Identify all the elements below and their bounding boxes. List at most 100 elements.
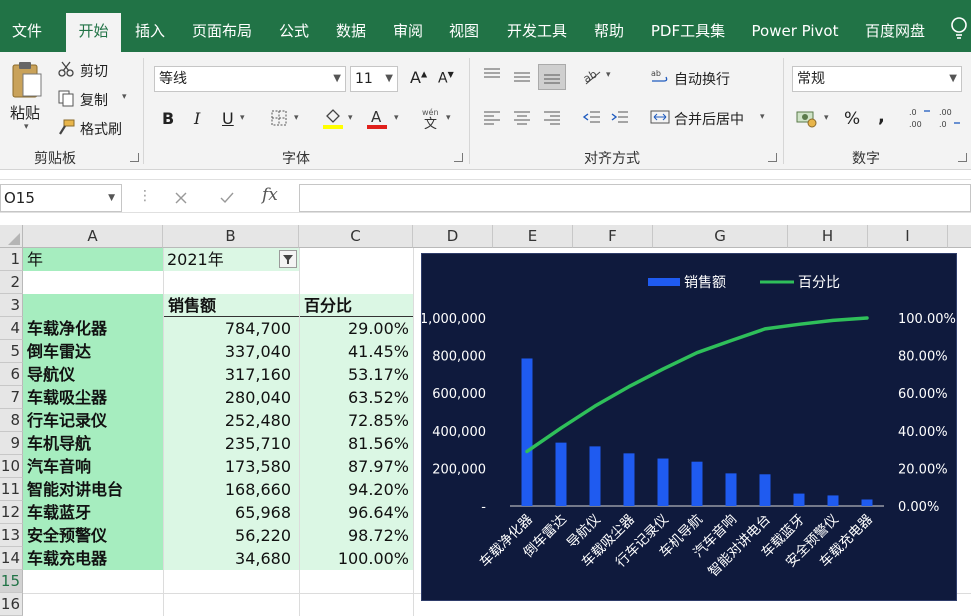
row-header-8[interactable]: 8 xyxy=(0,409,23,432)
row-header-4[interactable]: 4 xyxy=(0,317,23,340)
copy-button[interactable]: 复制 xyxy=(80,90,108,110)
alignment-dialog-launcher[interactable] xyxy=(768,153,777,162)
table-header-percent[interactable]: 百分比 xyxy=(300,294,413,317)
percent-value-cell[interactable]: 63.52% xyxy=(300,386,413,409)
percent-style-button[interactable]: % xyxy=(844,109,860,129)
align-middle-icon[interactable] xyxy=(512,68,532,86)
row-header-5[interactable]: 5 xyxy=(0,340,23,363)
percent-value-cell[interactable]: 72.85% xyxy=(300,409,413,432)
italic-button[interactable]: I xyxy=(194,109,200,128)
font-name-select[interactable]: 等线 ▼ xyxy=(154,66,346,92)
wrap-text-icon[interactable]: ab xyxy=(650,68,670,86)
tab-view[interactable]: 视图 xyxy=(441,13,487,52)
tab-file[interactable]: 文件 xyxy=(0,13,54,52)
align-bottom-button[interactable] xyxy=(538,64,566,90)
phonetic-dropdown-arrow[interactable]: ▾ xyxy=(446,113,451,123)
column-header-a[interactable]: A xyxy=(23,225,163,248)
copy-icon[interactable] xyxy=(57,89,75,107)
table-header-blank[interactable] xyxy=(23,294,163,317)
product-name-cell[interactable]: 安全预警仪 xyxy=(23,524,163,547)
comma-style-button[interactable]: , xyxy=(878,106,885,127)
cancel-icon[interactable] xyxy=(172,189,190,207)
decrease-decimal-icon[interactable]: .00 .0 xyxy=(938,106,962,130)
filter-label-cell[interactable]: 年 xyxy=(23,248,163,271)
percent-value-cell[interactable]: 87.97% xyxy=(300,455,413,478)
accounting-format-icon[interactable] xyxy=(796,108,818,128)
product-name-cell[interactable]: 倒车雷达 xyxy=(23,340,163,363)
sales-value-cell[interactable]: 235,710 xyxy=(164,432,299,455)
row-header-1[interactable]: 1 xyxy=(0,248,23,271)
fill-color-icon[interactable] xyxy=(322,106,344,130)
column-header-i[interactable]: I xyxy=(868,225,948,248)
increase-decimal-icon[interactable]: .0 .00 xyxy=(908,106,932,130)
column-header-g[interactable]: G xyxy=(653,225,788,248)
sales-value-cell[interactable]: 784,700 xyxy=(164,317,299,340)
font-dialog-launcher[interactable] xyxy=(454,153,463,162)
percent-value-cell[interactable]: 96.64% xyxy=(300,501,413,524)
increase-indent-icon[interactable] xyxy=(610,108,630,126)
row-header-16[interactable]: 16 xyxy=(0,593,23,616)
enter-check-icon[interactable] xyxy=(218,189,236,207)
sales-value-cell[interactable]: 65,968 xyxy=(164,501,299,524)
number-format-select[interactable]: 常规 ▼ xyxy=(792,66,962,92)
tab-data[interactable]: 数据 xyxy=(328,13,374,52)
paste-button[interactable]: 粘贴 xyxy=(10,102,40,123)
name-box[interactable]: O15 ▼ xyxy=(0,184,122,212)
sales-value-cell[interactable]: 317,160 xyxy=(164,363,299,386)
decrease-font-size-button[interactable]: A▼ xyxy=(438,70,454,87)
percent-value-cell[interactable]: 81.56% xyxy=(300,432,413,455)
column-header-h[interactable]: H xyxy=(788,225,868,248)
wrap-text-button[interactable]: 自动换行 xyxy=(674,69,730,89)
product-name-cell[interactable]: 车载吸尘器 xyxy=(23,386,163,409)
paste-dropdown-arrow[interactable]: ▾ xyxy=(24,122,29,132)
underline-button[interactable]: U xyxy=(222,109,234,128)
sales-value-cell[interactable]: 168,660 xyxy=(164,478,299,501)
borders-icon[interactable] xyxy=(270,109,288,127)
more-options-icon[interactable]: ⋮ xyxy=(138,188,152,204)
align-left-icon[interactable] xyxy=(482,108,502,126)
tab-pdf-tools[interactable]: PDF工具集 xyxy=(644,13,732,52)
cut-button[interactable]: 剪切 xyxy=(80,61,108,81)
borders-dropdown-arrow[interactable]: ▾ xyxy=(294,113,299,123)
filter-dropdown-button[interactable] xyxy=(279,250,297,268)
sales-value-cell[interactable]: 252,480 xyxy=(164,409,299,432)
formula-input[interactable] xyxy=(299,184,971,212)
sales-value-cell[interactable]: 280,040 xyxy=(164,386,299,409)
column-header-f[interactable]: F xyxy=(573,225,653,248)
row-header-6[interactable]: 6 xyxy=(0,363,23,386)
decrease-indent-icon[interactable] xyxy=(582,108,602,126)
paste-icon[interactable] xyxy=(10,60,44,100)
phonetic-guide-icon[interactable]: wén 文 xyxy=(420,106,442,130)
sales-value-cell[interactable]: 34,680 xyxy=(164,547,299,570)
percent-value-cell[interactable]: 53.17% xyxy=(300,363,413,386)
product-name-cell[interactable]: 智能对讲电台 xyxy=(23,478,163,501)
row-header-15[interactable]: 15 xyxy=(0,570,23,593)
number-dialog-launcher[interactable] xyxy=(958,153,967,162)
align-right-icon[interactable] xyxy=(542,108,562,126)
tab-help[interactable]: 帮助 xyxy=(586,13,632,52)
merge-center-icon[interactable] xyxy=(650,108,670,126)
product-name-cell[interactable]: 导航仪 xyxy=(23,363,163,386)
copy-dropdown-arrow[interactable]: ▾ xyxy=(122,92,127,102)
row-header-13[interactable]: 13 xyxy=(0,524,23,547)
font-color-icon[interactable]: A xyxy=(366,106,388,130)
merge-center-button[interactable]: 合并后居中 xyxy=(674,109,744,129)
product-name-cell[interactable]: 车载充电器 xyxy=(23,547,163,570)
align-center-icon[interactable] xyxy=(512,108,532,126)
merge-dropdown-arrow[interactable]: ▾ xyxy=(760,112,765,122)
row-header-11[interactable]: 11 xyxy=(0,478,23,501)
table-header-sales[interactable]: 销售额 xyxy=(164,294,299,317)
font-size-select[interactable]: 11 ▼ xyxy=(350,66,398,92)
tab-page-layout[interactable]: 页面布局 xyxy=(186,13,258,52)
row-header-10[interactable]: 10 xyxy=(0,455,23,478)
column-header-j[interactable] xyxy=(948,225,971,248)
row-header-3[interactable]: 3 xyxy=(0,294,23,317)
row-header-7[interactable]: 7 xyxy=(0,386,23,409)
insert-function-button[interactable]: fx xyxy=(262,185,278,205)
tab-formulas[interactable]: 公式 xyxy=(271,13,317,52)
bold-button[interactable]: B xyxy=(162,109,174,128)
tab-insert[interactable]: 插入 xyxy=(125,13,175,52)
clipboard-dialog-launcher[interactable] xyxy=(130,153,139,162)
scissors-icon[interactable] xyxy=(57,60,75,78)
tab-baidu-netdisk[interactable]: 百度网盘 xyxy=(858,13,932,52)
